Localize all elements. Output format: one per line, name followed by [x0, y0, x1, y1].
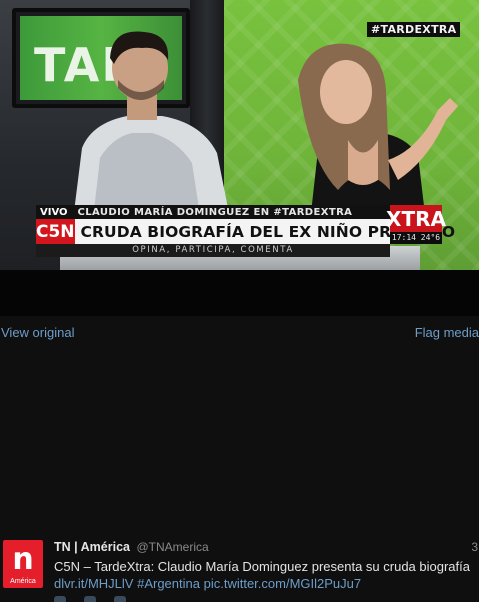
lower-third-kicker: CLAUDIO MARÍA DOMINGUEZ EN #TARDEXTRA [77, 206, 353, 218]
tweet-timestamp[interactable]: 3 [471, 540, 478, 554]
live-label: VIVO [40, 206, 68, 218]
reply-icon[interactable] [54, 596, 66, 602]
tweet-hashtag[interactable]: #Argentina [137, 576, 200, 591]
tardextra-brand: XTRA [386, 205, 446, 232]
tweet-author-handle[interactable]: @TNAmerica [136, 540, 208, 554]
tweet-author-name[interactable]: TN | América [54, 540, 130, 554]
avatar-caption: América [10, 578, 36, 585]
tweet-pic-link[interactable]: pic.twitter.com/MGIl2PuJu7 [204, 576, 362, 591]
hashtag-bug: #TARDEXTRA [367, 22, 461, 37]
tweet-body-text: C5N – TardeXtra: Claudio María Dominguez… [54, 559, 470, 574]
tweet-text: C5N – TardeXtra: Claudio María Dominguez… [54, 558, 474, 592]
lower-third-top: VIVO CLAUDIO MARÍA DOMINGUEZ EN #TARDEXT… [36, 205, 390, 219]
tweet-header: TN | América @TNAmerica [54, 540, 209, 554]
lower-third-main: C5N CRUDA BIOGRAFÍA DEL EX NIÑO PRODIGIO [36, 219, 455, 244]
tv-studio-scene: TAR #TARDEXTRA VIVO CLAUDIO MARÍA DOMING… [0, 0, 479, 270]
retweet-icon[interactable] [84, 596, 96, 602]
tweet-link[interactable]: dlvr.it/MHJLlV [54, 576, 133, 591]
tweet-actions [54, 596, 126, 602]
avatar-letter: n [12, 542, 34, 577]
favorite-icon[interactable] [114, 596, 126, 602]
tweet-item[interactable]: n América TN | América @TNAmerica 3 C5N … [0, 538, 479, 602]
avatar[interactable]: n América [3, 540, 43, 588]
c5n-logo: C5N [36, 219, 75, 244]
media-links-row: View original Flag media [0, 325, 479, 343]
lower-third-subline: OPINA, PARTICIPA, COMENTA [36, 244, 390, 257]
tweet-media-viewer: TAR #TARDEXTRA VIVO CLAUDIO MARÍA DOMING… [0, 0, 479, 602]
media-image[interactable]: TAR #TARDEXTRA VIVO CLAUDIO MARÍA DOMING… [0, 0, 479, 316]
broadcast-clock: 17:14 24°6 [390, 232, 442, 244]
male-host-figure [72, 31, 232, 228]
view-original-link[interactable]: View original [1, 325, 74, 340]
flag-media-link[interactable]: Flag media [415, 325, 479, 340]
